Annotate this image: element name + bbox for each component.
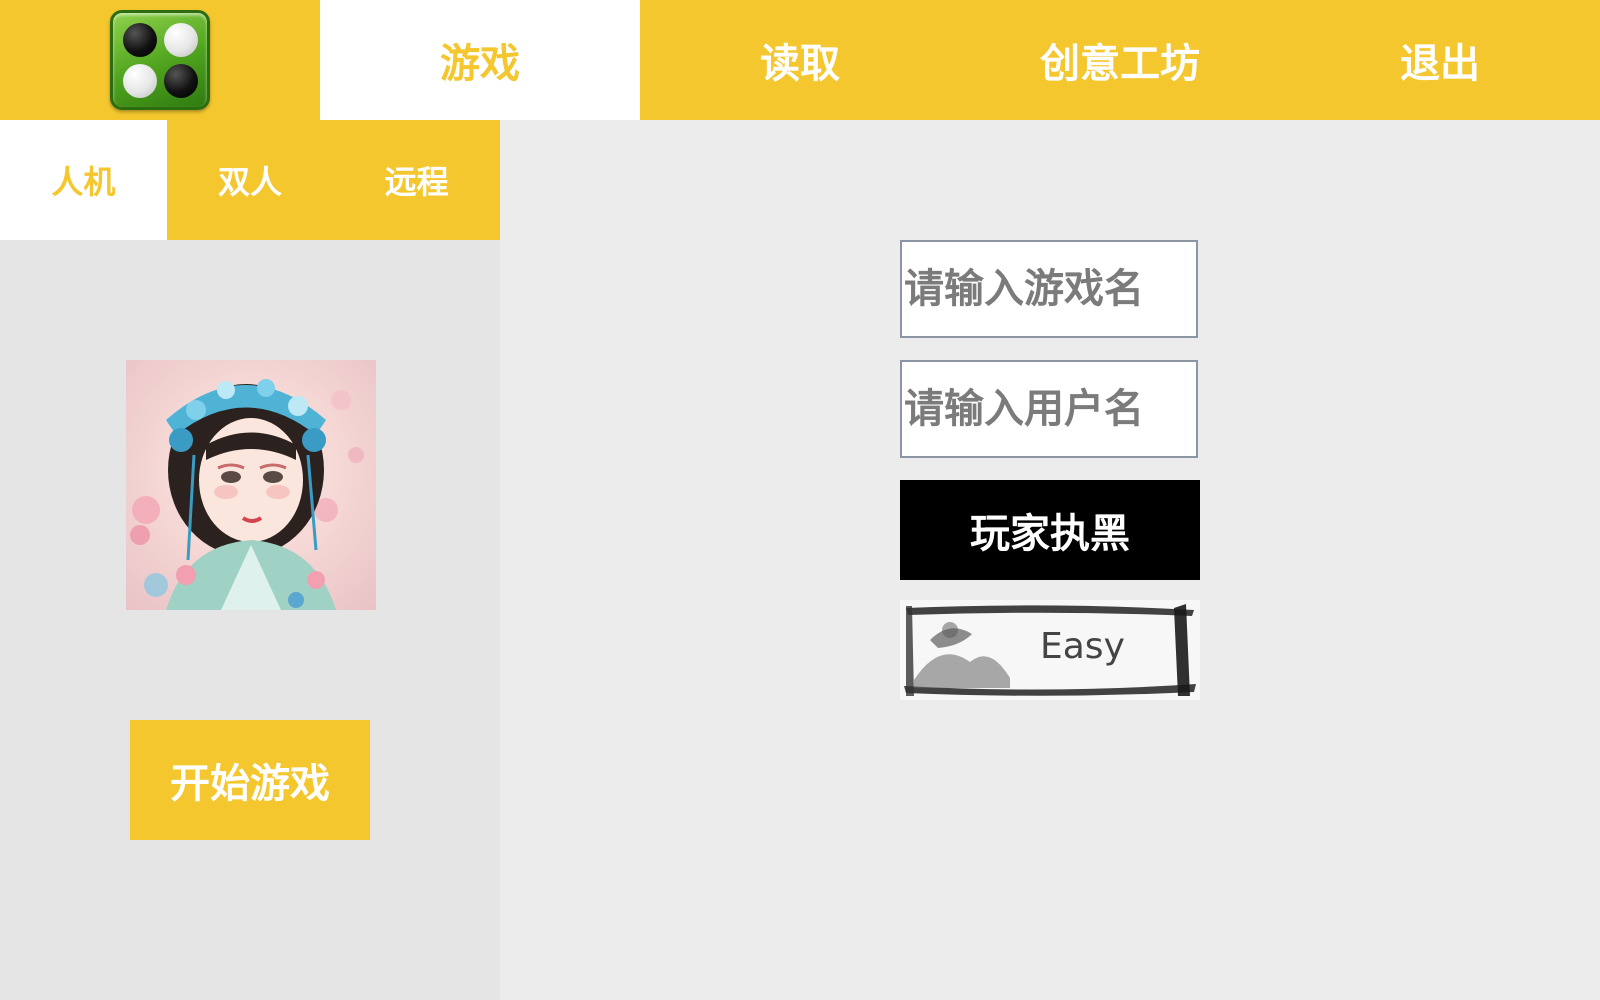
sidebar: 人机 双人 远程 开始游戏 (0, 120, 500, 1000)
reversi-logo-icon (110, 10, 210, 110)
main-panel: 玩家执黑 Easy (500, 120, 1600, 1000)
difficulty-button[interactable]: Easy (900, 600, 1200, 700)
black-stone-icon (123, 23, 157, 57)
player-black-button[interactable]: 玩家执黑 (900, 480, 1200, 580)
black-stone-icon (164, 64, 198, 98)
avatar (126, 360, 376, 610)
user-name-input[interactable] (900, 360, 1198, 458)
top-nav-bar: 游戏 读取 创意工坊 退出 (0, 0, 1600, 120)
game-name-input[interactable] (900, 240, 1198, 338)
white-stone-icon (164, 23, 198, 57)
mode-tab-remote[interactable]: 远程 (333, 120, 500, 240)
tab-exit[interactable]: 退出 (1280, 0, 1600, 120)
difficulty-label: Easy (1040, 626, 1125, 667)
tab-workshop[interactable]: 创意工坊 (960, 0, 1280, 120)
app-window: 游戏 读取 创意工坊 退出 人机 双人 远程 开始游戏 请输入游戏名 请输入用户… (0, 0, 1600, 1000)
start-game-button[interactable]: 开始游戏 (130, 720, 370, 840)
white-stone-icon (123, 64, 157, 98)
tab-game[interactable]: 游戏 (320, 0, 640, 120)
logo-cell (0, 0, 320, 120)
mode-tab-two-player[interactable]: 双人 (167, 120, 334, 240)
mode-tab-vs-ai[interactable]: 人机 (0, 120, 167, 240)
mode-tabs: 人机 双人 远程 (0, 120, 500, 240)
tab-load[interactable]: 读取 (640, 0, 960, 120)
